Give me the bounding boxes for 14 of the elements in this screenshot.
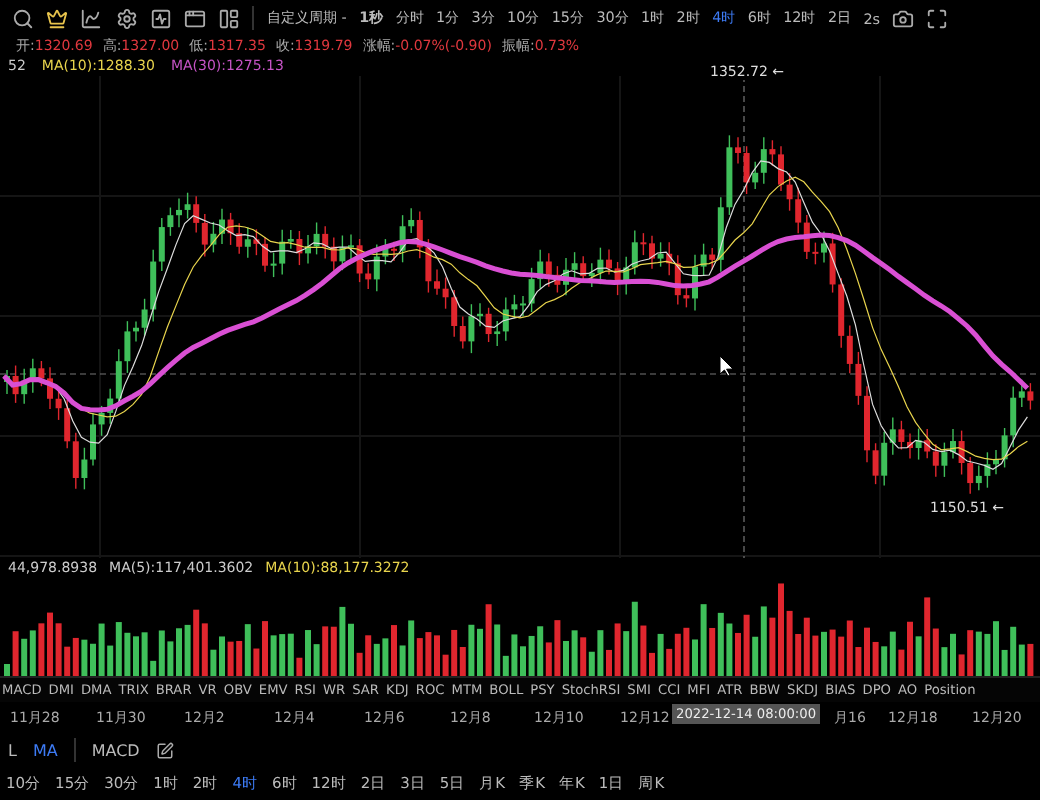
settings-icon[interactable]	[115, 7, 138, 29]
indicator-tab[interactable]: MACD	[91, 741, 140, 759]
line-chart-icon[interactable]	[80, 7, 103, 29]
fullscreen-icon[interactable]	[926, 7, 949, 29]
search-icon[interactable]	[12, 7, 34, 29]
chart-window-icon[interactable]	[149, 7, 172, 29]
window-icon[interactable]	[183, 7, 206, 29]
crown-icon[interactable]	[46, 7, 69, 29]
indicator-tab[interactable]: L	[8, 741, 17, 759]
camera-icon[interactable]	[892, 7, 915, 29]
edit-icon[interactable]	[155, 741, 174, 759]
mouse-cursor-icon	[720, 356, 734, 376]
layout-icon[interactable]	[218, 7, 241, 29]
indicator-tab[interactable]: MA	[32, 741, 58, 759]
